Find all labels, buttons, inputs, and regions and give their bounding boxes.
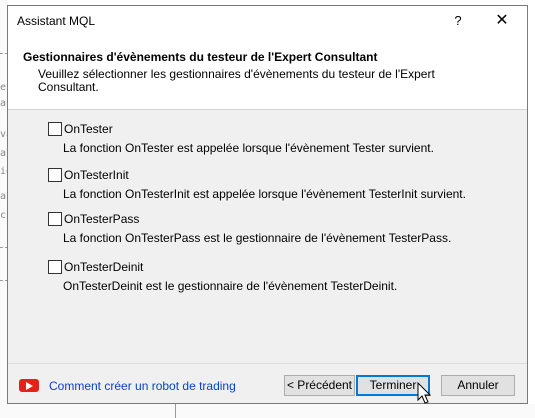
footer-divider [8,363,527,364]
background-statusbar [0,404,535,418]
checkbox-row[interactable]: OnTesterInit [48,167,129,183]
help-button[interactable]: ? [448,11,468,31]
dialog-title: Assistant MQL [17,14,96,28]
cancel-button[interactable]: Annuler [441,375,515,396]
checkbox-label[interactable]: OnTesterPass [64,212,139,226]
wizard-header: Gestionnaires d'évènements du testeur de… [8,36,527,110]
ontesterdeinit-checkbox[interactable] [48,259,62,274]
handler-description: La fonction OnTester est appelée lorsque… [63,141,434,155]
checkbox-label[interactable]: OnTester [64,122,113,136]
checkbox-label[interactable]: OnTesterInit [64,168,129,182]
mouse-pointer-icon [417,382,432,404]
tutorial-video-link[interactable]: Comment créer un robot de trading [49,379,236,393]
back-button[interactable]: < Précédent [284,375,355,396]
ontester-checkbox[interactable] [48,121,62,136]
youtube-play-icon[interactable] [19,379,39,392]
title-bar: Assistant MQL ? ✕ [8,6,527,36]
handler-description: La fonction OnTesterInit est appelée lor… [63,187,466,201]
ontesterpass-checkbox[interactable] [48,211,62,226]
checkbox-row[interactable]: OnTester [48,121,113,137]
handler-description: La fonction OnTesterPass est le gestionn… [63,231,452,245]
page-description: Veuillez sélectionner les gestionnaires … [38,67,435,94]
ontesterinit-checkbox[interactable] [48,167,62,182]
close-button[interactable]: ✕ [490,10,514,32]
checkbox-label[interactable]: OnTesterDeinit [64,260,143,274]
checkbox-row[interactable]: OnTesterDeinit [48,259,143,275]
checkbox-row[interactable]: OnTesterPass [48,211,139,227]
handler-description: OnTesterDeinit est le gestionnaire de l'… [63,279,398,293]
page-title: Gestionnaires d'évènements du testeur de… [23,50,378,64]
wizard-dialog: Assistant MQL ? ✕ Gestionnaires d'évènem… [7,5,528,404]
background-divider [175,404,176,418]
